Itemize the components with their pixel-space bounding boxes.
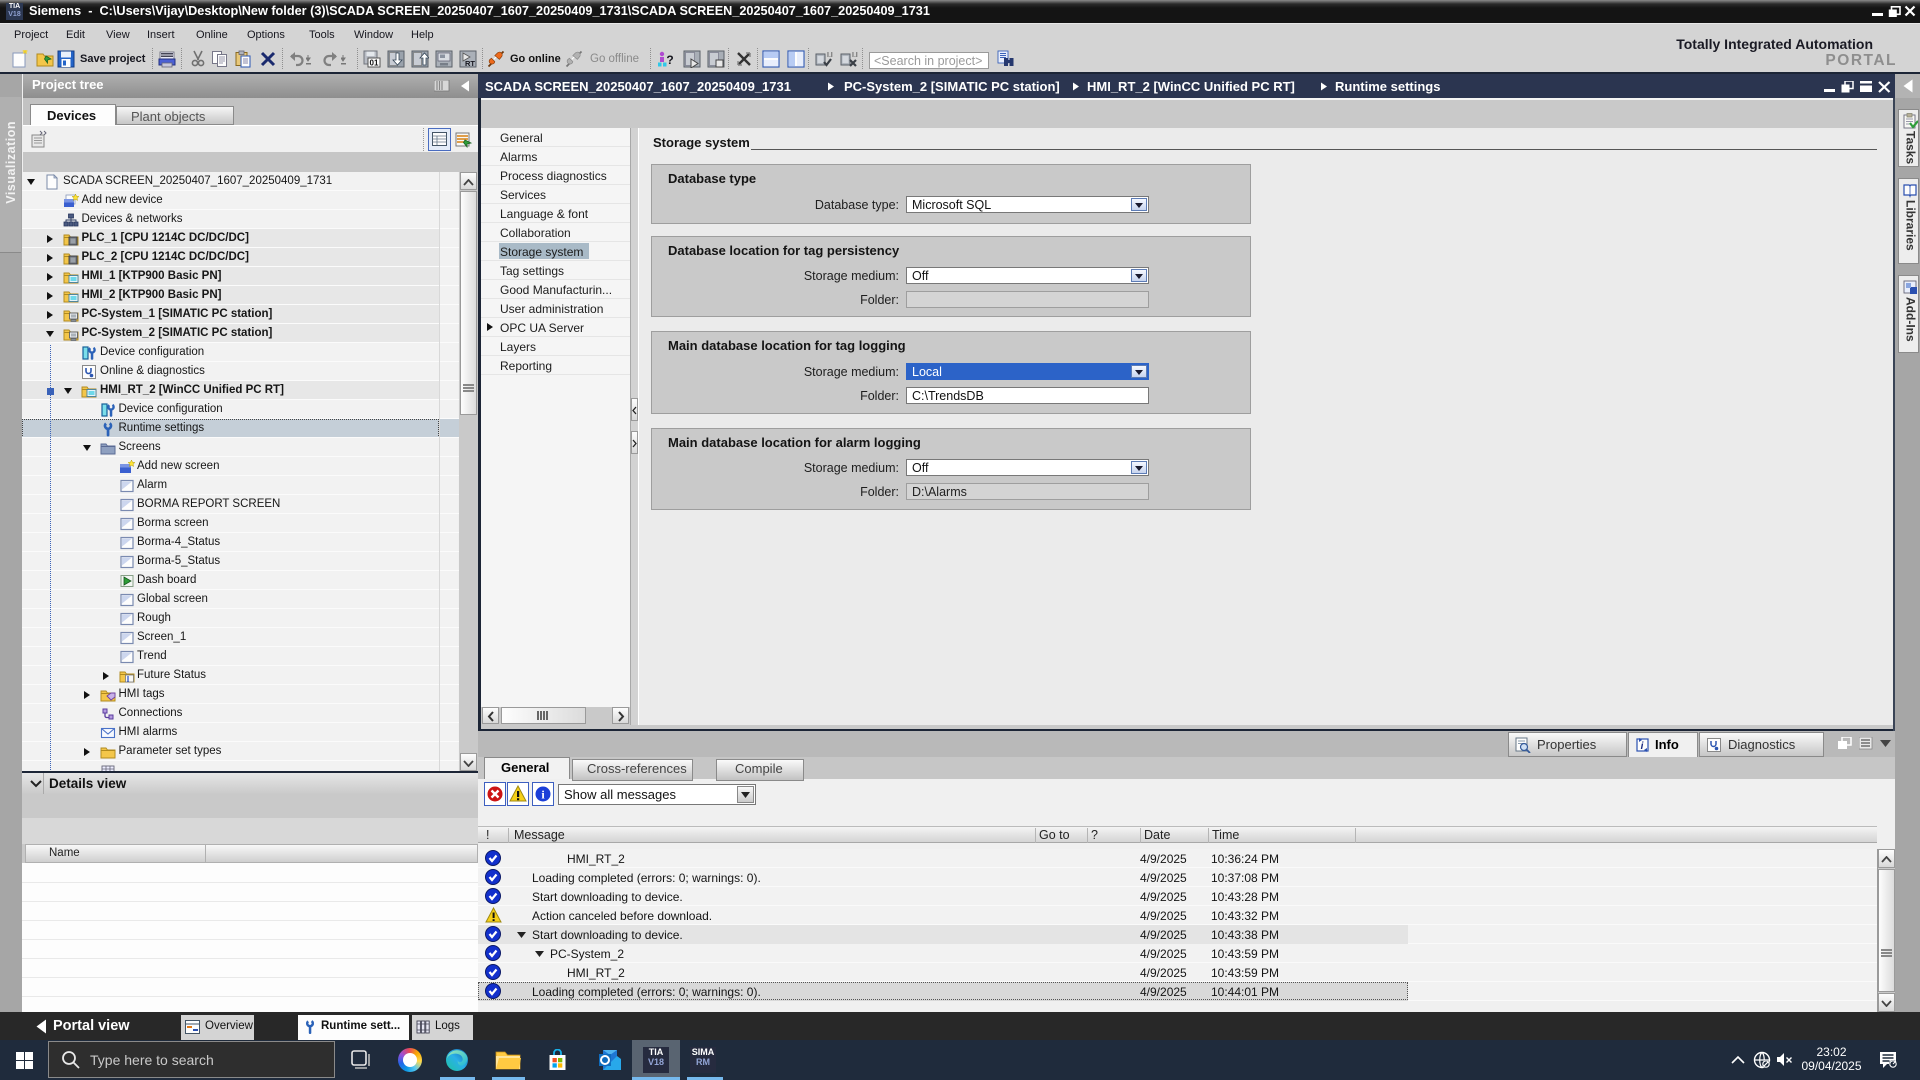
svg-text:i: i — [1641, 741, 1644, 752]
